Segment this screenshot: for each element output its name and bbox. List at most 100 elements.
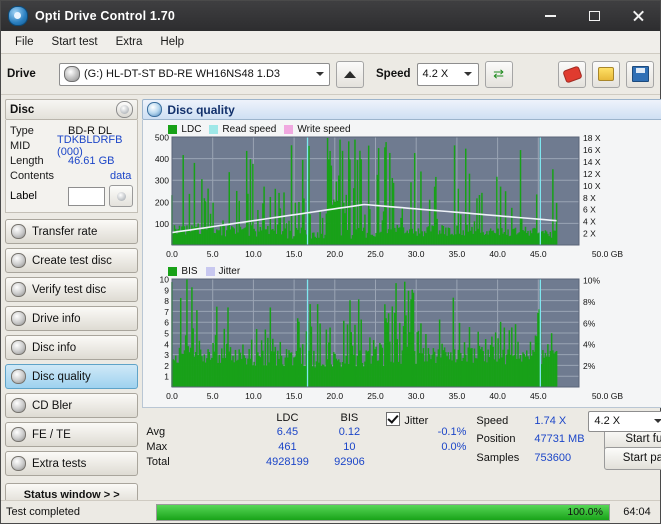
legend-swatch-read-speed: [209, 125, 219, 134]
window-title: Opti Drive Control 1.70: [35, 9, 176, 23]
close-icon: [632, 10, 644, 22]
ldc-chart: LDC Read speed Write speed 100 200 300 400 5…: [146, 123, 661, 263]
title-bar: Opti Drive Control 1.70: [1, 1, 660, 31]
sidebar-item-disc-info[interactable]: Disc info: [5, 335, 139, 360]
svg-text:45.0: 45.0: [530, 391, 547, 401]
disc-icon: [11, 369, 26, 384]
svg-text:0.0: 0.0: [166, 391, 178, 401]
sidebar-item-fe-te[interactable]: FE / TE: [5, 422, 139, 447]
svg-text:8: 8: [165, 296, 170, 306]
stats-bis-header: BIS: [340, 412, 359, 424]
progress-bar: 100.0%: [156, 503, 610, 521]
disc-icon: [11, 340, 26, 355]
legend-label-jitter: Jitter: [218, 266, 241, 277]
svg-text:6 X: 6 X: [583, 205, 596, 215]
disc-refresh-button[interactable]: [116, 101, 134, 118]
ldc-chart-legend: LDC Read speed Write speed: [168, 124, 351, 135]
legend-swatch-bis: [168, 267, 178, 276]
close-button[interactable]: [616, 1, 660, 31]
bis-chart-svg: 123456789102%4%6%8%10%0.0 5.0 10.0 15.0 20.0…: [160, 275, 624, 402]
stats-ldc-avg: 6.45: [276, 426, 299, 438]
svg-text:4: 4: [165, 339, 170, 349]
progress-fill: [157, 504, 609, 520]
jitter-max-value: 0.0%: [441, 441, 467, 453]
main-panel-header: Disc quality: [142, 99, 661, 120]
legend-label-read-speed: Read speed: [222, 124, 277, 135]
status-text: Test completed: [6, 506, 80, 518]
svg-text:50.0 GB: 50.0 GB: [592, 249, 624, 259]
position-label: Position: [476, 433, 516, 445]
drive-select[interactable]: (G:) HL-DT-ST BD-RE WH16NS48 1.D3: [59, 62, 330, 86]
disc-mid-label: MID: [10, 139, 31, 152]
svg-text:6: 6: [165, 318, 170, 328]
disc-label-row: Label: [10, 185, 134, 207]
refresh-button[interactable]: ⇄: [484, 60, 513, 88]
disc-icon: [64, 66, 80, 82]
content-area: Disc Type BD-R DL MID TDKBLDRFB (000) Le…: [1, 95, 661, 506]
svg-text:20.0: 20.0: [327, 249, 344, 259]
legend-swatch-jitter: [205, 267, 215, 276]
sidebar: Disc Type BD-R DL MID TDKBLDRFB (000) Le…: [1, 95, 142, 506]
disc-label-refresh-button[interactable]: [109, 185, 134, 207]
save-icon: [631, 66, 649, 82]
disc-label-input[interactable]: [68, 186, 106, 206]
menu-item-extra[interactable]: Extra: [108, 33, 151, 51]
sidebar-nav: Transfer rate Create test disc Verify te…: [5, 219, 139, 476]
svg-text:5.0: 5.0: [207, 249, 219, 259]
app-icon: [8, 6, 28, 26]
sidebar-item-create-test-disc[interactable]: Create test disc: [5, 248, 139, 273]
svg-text:400: 400: [155, 154, 169, 164]
speed-result-value: 1.74 X: [534, 415, 567, 427]
speed-select[interactable]: 4.2 X: [416, 62, 479, 86]
stats-total-label: Total: [146, 456, 170, 468]
samples-value: 753600: [534, 452, 572, 464]
minimize-button[interactable]: [528, 1, 572, 31]
svg-text:10.0: 10.0: [246, 249, 263, 259]
stats-bis-col: BIS 0.12 10 92906: [318, 412, 380, 471]
page-title: Disc quality: [167, 102, 235, 117]
disc-icon: [11, 456, 26, 471]
disc-panel-title: Disc: [10, 103, 35, 116]
eject-button[interactable]: [336, 60, 364, 88]
svg-text:45.0: 45.0: [530, 249, 547, 259]
svg-text:2 X: 2 X: [583, 229, 596, 239]
disc-label-label: Label: [10, 190, 37, 202]
start-part-button[interactable]: Start part: [604, 446, 661, 470]
erase-button[interactable]: [558, 60, 586, 88]
sidebar-item-verify-test-disc[interactable]: Verify test disc: [5, 277, 139, 302]
stats-bis-max: 10: [343, 441, 356, 453]
disc-contents-label: Contents: [10, 169, 55, 182]
save-button[interactable]: [626, 60, 654, 88]
sidebar-item-transfer-rate[interactable]: Transfer rate: [5, 219, 139, 244]
chevron-down-icon: [650, 412, 661, 431]
stats-bis-total: 92906: [334, 456, 365, 468]
svg-text:35.0: 35.0: [449, 391, 466, 401]
charts-container: LDC Read speed Write speed 100 200 300 400 5…: [142, 120, 661, 408]
stats-ldc-total: 4928199: [265, 456, 309, 468]
stats-avg-label: Avg: [146, 426, 166, 438]
menu-item-file[interactable]: File: [7, 33, 42, 51]
svg-text:10 X: 10 X: [583, 181, 601, 191]
sidebar-item-disc-quality[interactable]: Disc quality: [5, 364, 139, 389]
key-icon: [598, 67, 614, 81]
svg-text:1: 1: [165, 372, 170, 382]
drive-toolbar: Drive (G:) HL-DT-ST BD-RE WH16NS48 1.D3 …: [1, 54, 660, 95]
disc-icon: [11, 253, 26, 268]
menu-item-help[interactable]: Help: [152, 33, 192, 51]
maximize-button[interactable]: [572, 1, 616, 31]
sidebar-item-extra-tests[interactable]: Extra tests: [5, 451, 139, 476]
svg-text:9: 9: [165, 285, 170, 295]
menu-item-start-test[interactable]: Start test: [44, 33, 106, 51]
svg-text:40.0: 40.0: [490, 249, 507, 259]
result-speed-select[interactable]: 4.2 X: [588, 410, 661, 432]
svg-text:3: 3: [165, 350, 170, 360]
stats-jitter-col: Jitter -0.1% 0.0%: [380, 412, 476, 471]
svg-text:5.0: 5.0: [207, 391, 219, 401]
jitter-checkbox[interactable]: [386, 412, 401, 426]
sidebar-item-cd-bler[interactable]: CD Bler: [5, 393, 139, 418]
key-button[interactable]: [592, 60, 620, 88]
sidebar-item-drive-info[interactable]: Drive info: [5, 306, 139, 331]
sidebar-item-label: Verify test disc: [32, 283, 107, 296]
svg-text:0.0: 0.0: [166, 249, 178, 259]
stats-ldc-col: LDC 6.45 461 4928199: [256, 412, 318, 471]
